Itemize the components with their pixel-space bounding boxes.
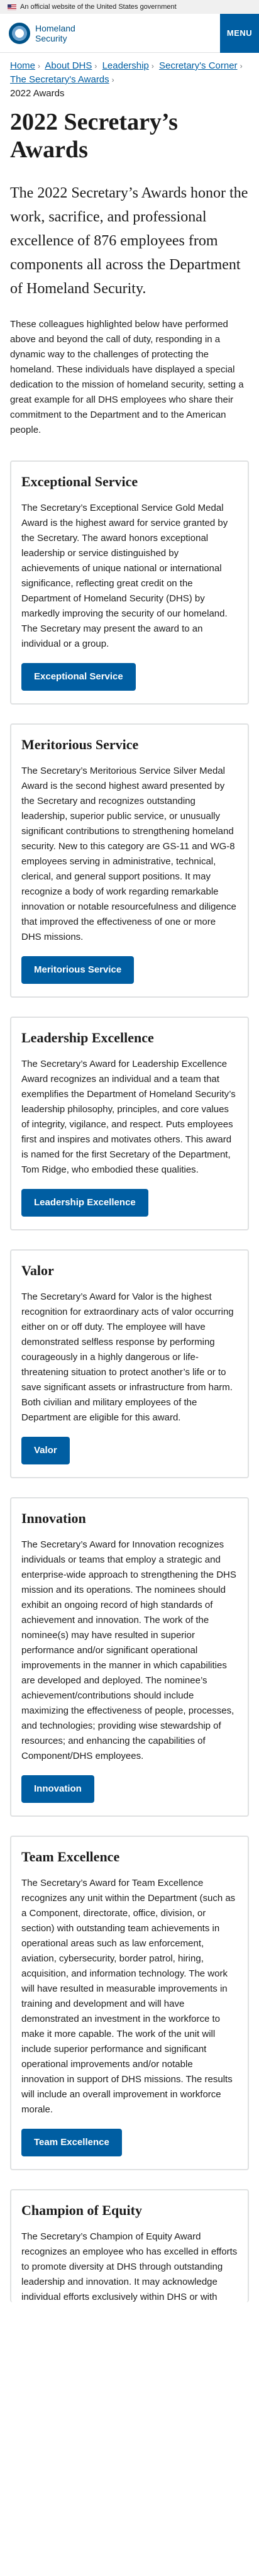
award-card-exceptional-service: Exceptional Service The Secretary’s Exce… [10,460,249,705]
gov-banner-text: An official website of the United States… [20,3,177,11]
breadcrumb-home[interactable]: Home [10,60,35,71]
breadcrumb: Home › About DHS › Leadership › Secretary's… [0,53,259,101]
award-card-leadership-excellence: Leadership Excellence The Secretary’s Aw… [10,1017,249,1230]
site-header: Homeland Security MENU [0,13,259,53]
breadcrumb-secretarys-corner[interactable]: Secretary's Corner [159,60,238,71]
chevron-right-icon: › [111,75,114,84]
award-title: Innovation [21,1510,86,1526]
innovation-button[interactable]: Innovation [21,1775,94,1803]
award-description: The Secretary’s Meritorious Service Silv… [21,766,236,942]
award-card-champion-of-equity: Champion of Equity The Secretary’s Champ… [10,2189,249,2302]
award-card-valor: Valor The Secretary’s Award for Valor is… [10,1249,249,1478]
breadcrumb-leadership[interactable]: Leadership [102,60,149,71]
breadcrumb-about-dhs[interactable]: About DHS [45,60,92,71]
chevron-right-icon: › [151,62,154,70]
award-card-meritorious-service: Meritorious Service The Secretary’s Meri… [10,723,249,998]
us-flag-icon [8,4,16,10]
award-description: The Secretary’s Exceptional Service Gold… [21,503,228,649]
award-card-team-excellence: Team Excellence The Secretary’s Award fo… [10,1836,249,2170]
award-title: Champion of Equity [21,2202,142,2218]
chevron-right-icon: › [94,62,97,70]
gov-banner: An official website of the United States… [0,0,259,14]
leadership-excellence-button[interactable]: Leadership Excellence [21,1189,148,1217]
award-description: The Secretary’s Champion of Equity Award… [21,2231,238,2302]
award-cards: Exceptional Service The Secretary’s Exce… [0,438,259,2302]
logo-line-2: Security [35,33,67,43]
award-card-innovation: Innovation The Secretary’s Award for Inn… [10,1497,249,1817]
logo-text: Homeland Security [35,23,75,43]
valor-button[interactable]: Valor [21,1437,70,1464]
award-title: Valor [21,1263,54,1278]
chevron-right-icon: › [240,62,243,70]
award-title: Team Excellence [21,1849,120,1865]
chevron-right-icon: › [38,62,41,70]
intro-paragraph: These colleagues highlighted below have … [10,319,244,435]
award-description: The Secretary’s Award for Valor is the h… [21,1291,234,1423]
breadcrumb-current: 2022 Awards [10,88,65,99]
award-description: The Secretary’s Award for Leadership Exc… [21,1059,236,1175]
logo-line-1: Homeland [35,23,75,33]
page-title: 2022 Secretary’s Awards [10,109,178,163]
breadcrumb-secretarys-awards[interactable]: The Secretary's Awards [10,74,109,85]
menu-button[interactable]: MENU [220,13,259,53]
award-description: The Secretary’s Award for Team Excellenc… [21,1878,236,2115]
award-title: Exceptional Service [21,474,138,489]
award-title: Meritorious Service [21,737,139,752]
dhs-seal-icon [9,22,30,44]
team-excellence-button[interactable]: Team Excellence [21,2129,122,2156]
meritorious-service-button[interactable]: Meritorious Service [21,956,135,984]
award-title: Leadership Excellence [21,1030,154,1045]
exceptional-service-button[interactable]: Exceptional Service [21,663,136,691]
dhs-logo[interactable]: Homeland Security [9,22,75,44]
award-description: The Secretary’s Award for Innovation rec… [21,1539,236,1761]
lead-paragraph: The 2022 Secretary’s Awards honor the wo… [10,185,248,297]
